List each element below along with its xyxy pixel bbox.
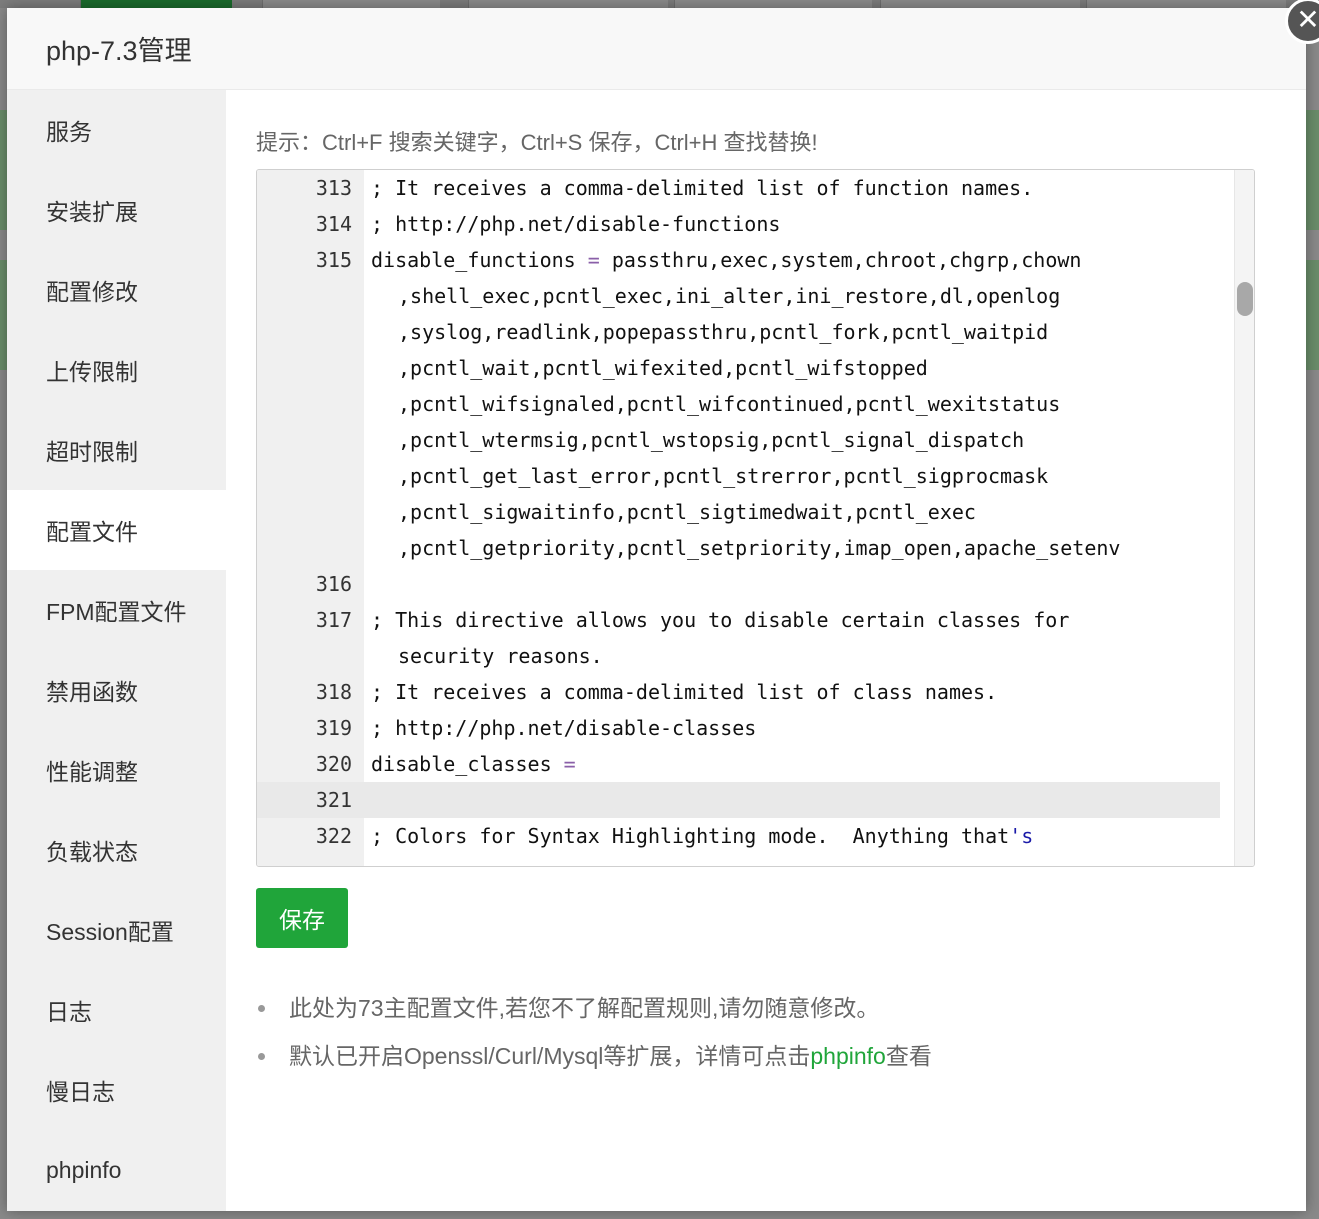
background-tab: [1086, 0, 1286, 8]
code-line: 322 ; Colors for Syntax Highlighting mod…: [257, 818, 1254, 854]
background-tabbar: [0, 0, 1319, 8]
line-number: 320: [315, 752, 352, 776]
line-text: ,pcntl_sigwaitinfo,pcntl_sigtimedwait,pc…: [398, 500, 976, 524]
background-panel: [1306, 110, 1319, 230]
line-text: ,pcntl_wtermsig,pcntl_wstopsig,pcntl_sig…: [398, 428, 1025, 452]
background-tab: [674, 0, 872, 8]
sidebar: 服务 安装扩展 配置修改 上传限制 超时限制 配置文件 FPM配置文件 禁用函数…: [7, 90, 226, 1211]
sidebar-item-install-extension[interactable]: 安装扩展: [7, 170, 226, 250]
line-number: 322: [315, 824, 352, 848]
scrollbar-thumb[interactable]: [1237, 282, 1253, 316]
sidebar-item-phpinfo[interactable]: phpinfo: [7, 1130, 226, 1210]
editor-vertical-scrollbar[interactable]: [1234, 170, 1254, 866]
note-text: 默认已开启Openssl/Curl/Mysql等扩展，详情可点击: [289, 1043, 811, 1069]
comment-text: ; Colors for Syntax Highlighting mode. A…: [371, 824, 1010, 848]
line-text: ,shell_exec,pcntl_exec,ini_alter,ini_res…: [398, 284, 1061, 308]
background-tab: [880, 0, 1080, 8]
sidebar-item-session-config[interactable]: Session配置: [7, 890, 226, 970]
line-text: ,pcntl_wait,pcntl_wifexited,pcntl_wifsto…: [398, 356, 928, 380]
line-text: ,pcntl_get_last_error,pcntl_strerror,pcn…: [398, 464, 1049, 488]
sidebar-item-service[interactable]: 服务: [7, 90, 226, 170]
code-line: 320 disable_classes =: [257, 746, 1254, 782]
line-text: ; Colors for Syntax Highlighting mode. A…: [371, 818, 1033, 854]
sidebar-item-disabled-functions[interactable]: 禁用函数: [7, 650, 226, 730]
dialog-title: php-7.3管理: [46, 36, 192, 66]
background-panel: [1306, 260, 1319, 370]
line-text: ; http://php.net/disable-classes: [371, 716, 757, 740]
note-text: 查看: [885, 1043, 932, 1069]
line-text: ; It receives a comma-delimited list of …: [371, 176, 1034, 200]
phpinfo-link[interactable]: phpinfo: [810, 1043, 885, 1069]
code-line: 318 ; It receives a comma-delimited list…: [257, 674, 1254, 710]
save-button[interactable]: 保存: [256, 888, 348, 948]
sidebar-item-slow-log[interactable]: 慢日志: [7, 1050, 226, 1130]
code-line-wrap: ,pcntl_wifsignaled,pcntl_wifcontinued,pc…: [257, 386, 1254, 422]
operator: =: [563, 752, 576, 776]
line-text: ,pcntl_wifsignaled,pcntl_wifcontinued,pc…: [398, 392, 1061, 416]
line-text: ,pcntl_getpriority,pcntl_setpriority,ima…: [398, 536, 1121, 560]
line-number: 319: [315, 716, 352, 740]
line-number: 316: [315, 572, 352, 596]
code-line-wrap: ,pcntl_get_last_error,pcntl_strerror,pcn…: [257, 458, 1254, 494]
main-content: 提示：Ctrl+F 搜索关键字，Ctrl+S 保存，Ctrl+H 查找替换! 3…: [256, 90, 1256, 1211]
code-line-wrap: security reasons.: [257, 638, 1254, 674]
sidebar-item-load-status[interactable]: 负载状态: [7, 810, 226, 890]
background-tab: [468, 0, 668, 8]
code-line-wrap: ,pcntl_sigwaitinfo,pcntl_sigtimedwait,pc…: [257, 494, 1254, 530]
line-text: disable_functions = passthru,exec,system…: [371, 242, 1081, 278]
code-line: 314 ; http://php.net/disable-functions: [257, 206, 1254, 242]
config-key: disable_classes: [371, 752, 552, 776]
background-panel: [0, 110, 7, 230]
line-number: 317: [315, 608, 352, 632]
list-item: 默认已开启Openssl/Curl/Mysql等扩展，详情可点击phpinfo查…: [256, 1032, 932, 1080]
code-line: 316: [257, 566, 1254, 602]
sidebar-item-log[interactable]: 日志: [7, 970, 226, 1050]
code-lines[interactable]: 313 ; It receives a comma-delimited list…: [257, 170, 1254, 854]
code-line: 313 ; It receives a comma-delimited list…: [257, 170, 1254, 206]
sidebar-item-fpm-config-file[interactable]: FPM配置文件: [7, 570, 226, 650]
config-value: passthru,exec,system,chroot,chgrp,chown: [611, 248, 1082, 272]
notes-list: 此处为73主配置文件,若您不了解配置规则,请勿随意修改。 默认已开启Openss…: [256, 984, 932, 1080]
line-number: 321: [315, 788, 352, 812]
line-number: 313: [315, 176, 352, 200]
code-line-wrap: ,pcntl_wtermsig,pcntl_wstopsig,pcntl_sig…: [257, 422, 1254, 458]
code-line-wrap: ,pcntl_getpriority,pcntl_setpriority,ima…: [257, 530, 1254, 566]
sidebar-item-config-file[interactable]: 配置文件: [7, 490, 226, 570]
line-number: 314: [315, 212, 352, 236]
shortcut-tip: 提示：Ctrl+F 搜索关键字，Ctrl+S 保存，Ctrl+H 查找替换!: [256, 130, 818, 155]
sidebar-item-performance[interactable]: 性能调整: [7, 730, 226, 810]
config-key: disable_functions: [371, 248, 576, 272]
code-line: 315 disable_functions = passthru,exec,sy…: [257, 242, 1254, 278]
background-tab: [80, 0, 232, 8]
sidebar-item-upload-limit[interactable]: 上传限制: [7, 330, 226, 410]
string-token: 's: [1009, 824, 1034, 848]
background-panel: [0, 260, 7, 370]
code-line-wrap: ,syslog,readlink,popepassthru,pcntl_fork…: [257, 314, 1254, 350]
line-text: ; It receives a comma-delimited list of …: [371, 680, 998, 704]
operator: =: [587, 248, 600, 272]
active-code-line: 321: [257, 782, 1220, 818]
line-text: ; http://php.net/disable-functions: [371, 212, 781, 236]
config-code-editor[interactable]: 313 ; It receives a comma-delimited list…: [256, 169, 1255, 867]
sidebar-item-config-edit[interactable]: 配置修改: [7, 250, 226, 330]
line-text: disable_classes =: [371, 746, 576, 782]
line-number: 318: [315, 680, 352, 704]
line-text: security reasons.: [398, 644, 603, 668]
background-tab: [262, 0, 440, 8]
code-line-wrap: ,shell_exec,pcntl_exec,ini_alter,ini_res…: [257, 278, 1254, 314]
dialog-header: php-7.3管理: [7, 8, 1306, 90]
code-line: 319 ; http://php.net/disable-classes: [257, 710, 1254, 746]
line-text: ; This directive allows you to disable c…: [371, 608, 1070, 632]
sidebar-item-timeout-limit[interactable]: 超时限制: [7, 410, 226, 490]
code-line-wrap: ,pcntl_wait,pcntl_wifexited,pcntl_wifsto…: [257, 350, 1254, 386]
line-text: ,syslog,readlink,popepassthru,pcntl_fork…: [398, 320, 1049, 344]
list-item: 此处为73主配置文件,若您不了解配置规则,请勿随意修改。: [256, 984, 932, 1032]
php-manager-dialog: php-7.3管理 ✕ 服务 安装扩展 配置修改 上传限制 超时限制 配置文件 …: [7, 0, 1319, 1211]
code-line: 317 ; This directive allows you to disab…: [257, 602, 1254, 638]
line-number: 315: [315, 248, 352, 272]
